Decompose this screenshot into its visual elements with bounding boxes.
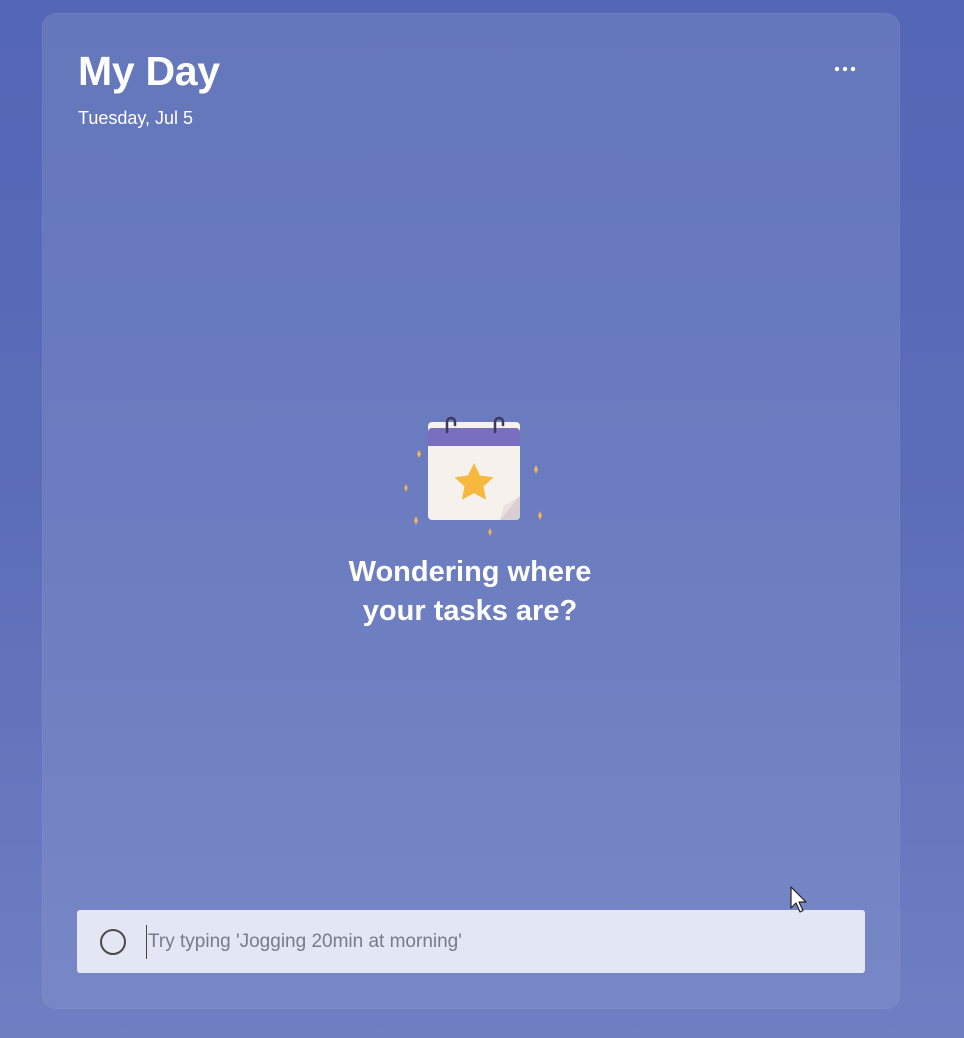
add-task-bar <box>77 910 865 973</box>
calendar-star-icon <box>404 416 542 536</box>
page-date: Tuesday, Jul 5 <box>78 108 194 128</box>
my-day-panel: My Day Tuesday, Jul 5 Wondering where yo… <box>42 13 900 1009</box>
page-title: My Day <box>78 48 220 94</box>
add-task-input[interactable] <box>146 924 828 959</box>
empty-state-line-1: Wondering where <box>348 556 592 588</box>
more-options-button[interactable] <box>826 55 864 83</box>
empty-state-message: Wondering where your tasks are? <box>270 553 670 631</box>
mouse-pointer-icon <box>790 886 807 913</box>
more-options-icon <box>834 66 856 72</box>
circle-icon[interactable] <box>100 928 126 955</box>
empty-state-line-2: your tasks are? <box>362 595 578 627</box>
